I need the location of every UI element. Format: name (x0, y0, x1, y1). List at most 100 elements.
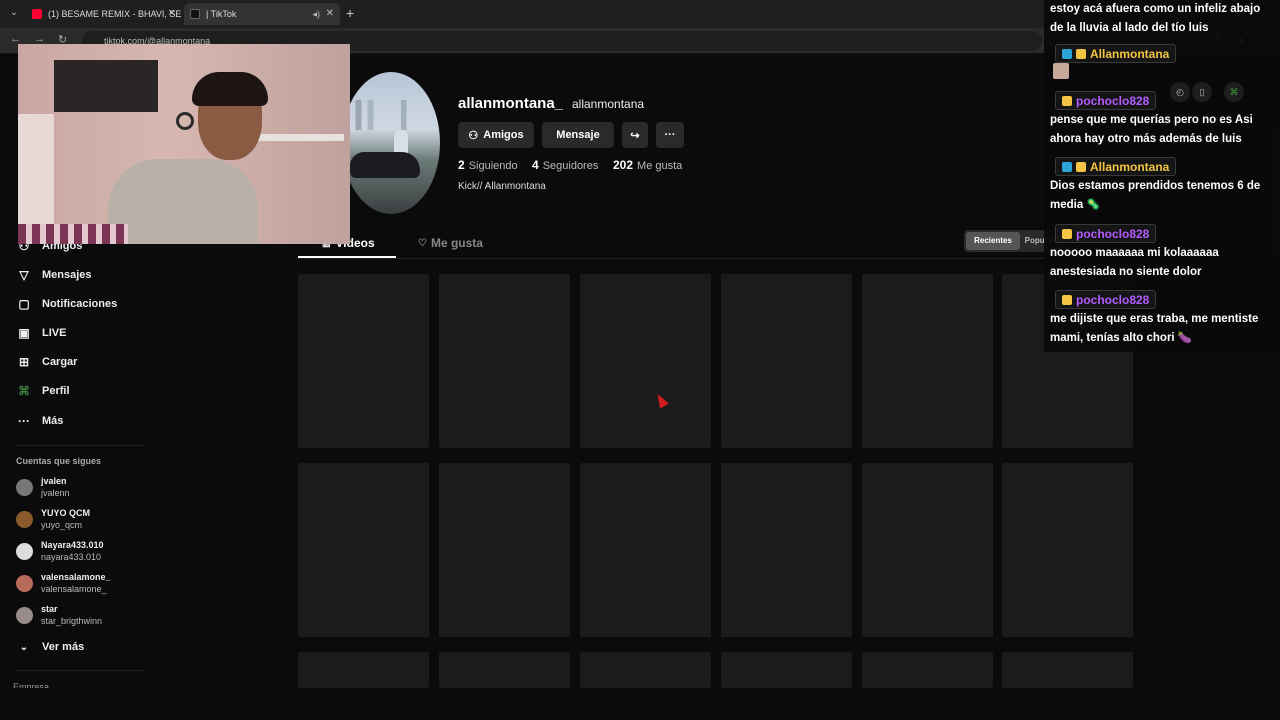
following-section-title: Cuentas que sigues (16, 456, 102, 466)
chevron-down-icon: ⌄ (19, 641, 29, 653)
sidebar-item-cargar[interactable]: ⊞ Cargar (16, 352, 78, 372)
video-tile-placeholder[interactable] (439, 463, 570, 637)
video-tile-placeholder[interactable] (298, 274, 429, 448)
video-tile-placeholder[interactable] (721, 274, 852, 448)
account-name: star (41, 604, 58, 614)
video-tile-placeholder[interactable] (580, 274, 711, 448)
chat-username: pochoclo828 (1055, 224, 1157, 243)
sidebar-item-label: Cargar (42, 356, 78, 368)
chat-emote-picker-icon[interactable]: ⌘ (1224, 82, 1244, 102)
stat-following[interactable]: 2 Siguiendo (458, 158, 518, 172)
sidebar-item-label: Mensajes (42, 269, 92, 281)
account-name: Nayara433.010 (41, 540, 104, 550)
share-icon: ↪ (630, 129, 640, 142)
chat-message: estoy acá afuera como un infeliz abajo d… (1050, 3, 1261, 34)
tab-label: Me gusta (430, 236, 483, 250)
video-tile-placeholder[interactable] (862, 274, 993, 448)
account-handle: star_brigthwinn (41, 616, 103, 626)
account-name: valensalamone_ (41, 572, 111, 582)
message-button[interactable]: Mensaje (542, 122, 614, 148)
close-tab-icon[interactable]: ✕ (326, 3, 334, 25)
account-handle: yuyo_qcm (41, 520, 83, 530)
chat-settings-icon[interactable]: ◴ (1170, 82, 1190, 102)
webcam-streamer-body (108, 159, 258, 244)
webcam-bed (18, 224, 128, 244)
live-icon: ▣ (18, 326, 30, 340)
sort-recent-option[interactable]: Recientes (966, 232, 1020, 250)
tab-search-icon[interactable]: ⌄ (6, 5, 22, 21)
sidebar-item-mensajes[interactable]: ▽ Mensajes (16, 265, 92, 285)
video-tile-placeholder[interactable] (298, 652, 429, 688)
chat-message: pense que me querías pero no es Asi ahor… (1050, 114, 1253, 145)
chat-username: Allanmontana (1055, 157, 1177, 176)
tabs-divider (298, 258, 1133, 259)
stat-label: Seguidores (542, 160, 599, 172)
video-tile-placeholder[interactable] (721, 652, 852, 688)
avatar (16, 479, 33, 496)
video-tile-placeholder[interactable] (439, 274, 570, 448)
video-tile-placeholder[interactable] (580, 652, 711, 688)
footer-company-link[interactable]: Empresa (13, 682, 49, 688)
sidebar-item-live[interactable]: ▣ LIVE (16, 323, 66, 343)
video-tile-placeholder[interactable] (580, 463, 711, 637)
profile-avatar[interactable] (342, 72, 440, 214)
webcam-window (18, 114, 54, 224)
browser-tab-youtube[interactable]: (1) BESAME REMIX - BHAVI, SE ✕ (26, 3, 182, 25)
close-tab-icon[interactable]: ✕ (168, 3, 176, 25)
video-tile-placeholder[interactable] (721, 463, 852, 637)
account-handle: jvalenn (41, 488, 70, 498)
video-tile-placeholder[interactable] (862, 463, 993, 637)
more-icon: ··· (18, 414, 30, 428)
friend-icon: ⚇ (468, 129, 479, 142)
stat-label: Siguiendo (468, 160, 518, 172)
browser-tab-tiktok[interactable]: | TikTok ◂) ✕ (184, 3, 340, 25)
crown-badge-icon (1076, 161, 1086, 172)
stat-followers[interactable]: 4 Seguidores (532, 158, 598, 172)
sidebar-item-perfil[interactable]: ⌘ Perfil (16, 381, 70, 401)
chat-message: Dios estamos prendidos tenemos 6 de medi… (1050, 180, 1261, 211)
video-tile-placeholder[interactable] (439, 652, 570, 688)
tab-likes[interactable]: ♡ Me gusta (418, 236, 483, 250)
video-tile-placeholder[interactable] (862, 652, 993, 688)
video-tile-placeholder[interactable] (1002, 463, 1133, 637)
friends-button[interactable]: ⚇ Amigos (458, 122, 534, 148)
profile-nickname: allanmontana (572, 97, 645, 111)
see-more-label: Ver más (42, 641, 85, 653)
avatar (16, 543, 33, 560)
account-name: jvalen (41, 476, 67, 486)
gem-badge-icon (1062, 48, 1072, 59)
crown-badge-icon (1062, 294, 1072, 305)
sidebar-item-label: Más (42, 415, 64, 427)
more-options-button[interactable]: ··· (656, 122, 684, 148)
sidebar-item-mas[interactable]: ··· Más (16, 411, 63, 431)
profile-username: allanmontana_ (458, 95, 564, 112)
new-tab-button[interactable]: + (346, 5, 354, 21)
share-button[interactable]: ↪ (622, 122, 648, 148)
profile-bio: Kick// Allanmontana (458, 181, 546, 192)
video-tile-placeholder[interactable] (298, 463, 429, 637)
gem-badge-icon (1062, 161, 1072, 172)
upload-icon: ⊞ (18, 355, 30, 369)
chat-popout-icon[interactable]: ▯ (1192, 82, 1212, 102)
tiktok-favicon-icon (190, 9, 200, 19)
stat-value: 202 (613, 158, 634, 172)
see-more-button[interactable]: ⌄ Ver más (16, 637, 84, 657)
avatar-photo-car (350, 152, 420, 178)
crown-badge-icon (1062, 95, 1072, 106)
divider (16, 445, 144, 446)
headset-icon (176, 112, 194, 130)
crown-badge-icon (1076, 48, 1086, 59)
avatar (16, 575, 33, 592)
video-tile-placeholder[interactable] (1002, 652, 1133, 688)
sidebar-item-label: Notificaciones (42, 298, 118, 310)
webcam-cabinet (54, 60, 158, 112)
avatar (16, 607, 33, 624)
stat-likes: 202 Me gusta (613, 158, 682, 172)
speaker-icon[interactable]: ◂) (312, 3, 320, 25)
tab-title: | TikTok (206, 9, 237, 19)
avatar-photo-city (342, 100, 440, 130)
account-handle: nayara433.010 (41, 552, 102, 562)
sidebar-item-notificaciones[interactable]: ▢ Notificaciones (16, 294, 117, 314)
divider (16, 670, 144, 671)
webcam-streamer-hair (192, 72, 268, 106)
